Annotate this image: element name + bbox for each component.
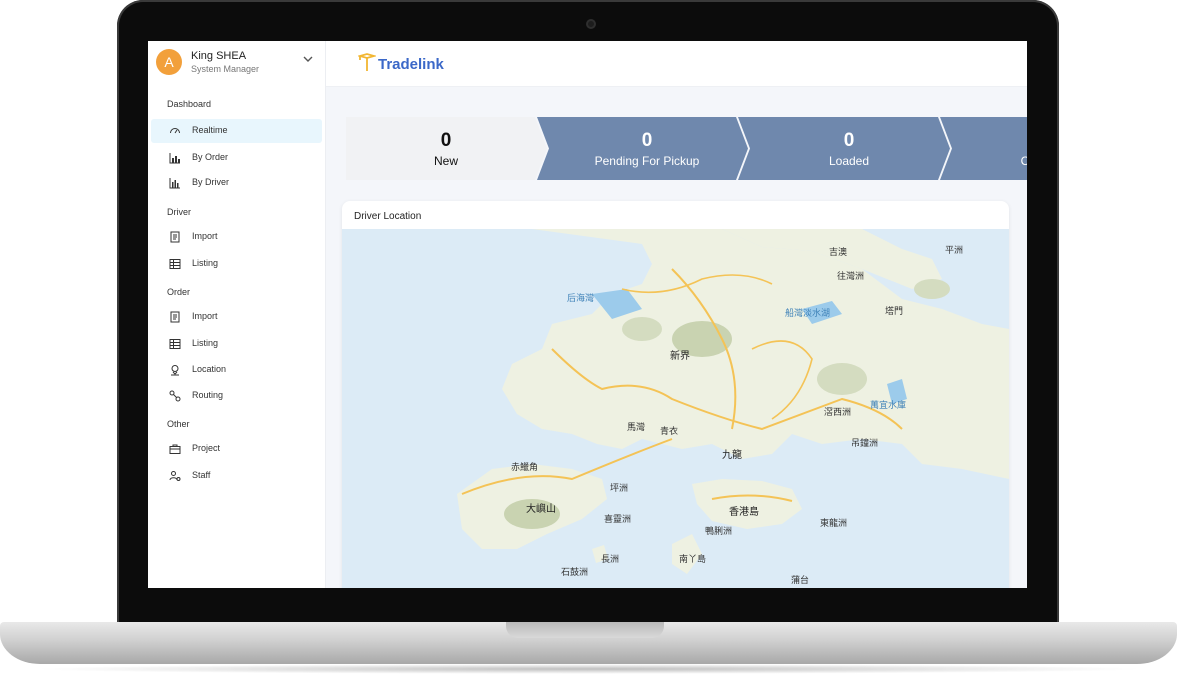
- map-place-label: 坪洲: [610, 483, 629, 493]
- map-place-label: 船灣淡水湖: [785, 308, 831, 318]
- laptop-notch: [506, 622, 664, 638]
- sidebar-item-project[interactable]: Project: [151, 437, 322, 461]
- map-place-label: 滘西洲: [824, 407, 852, 417]
- map-place-label: 赤鱲角: [511, 462, 539, 472]
- map-place-label: 石鼓洲: [561, 567, 589, 577]
- laptop-shadow: [30, 664, 1147, 674]
- sidebar-item-driver-listing[interactable]: Listing: [151, 252, 322, 276]
- chevron-down-icon[interactable]: [302, 53, 314, 65]
- map-place-label: 鴨脷洲: [705, 526, 733, 536]
- avatar: A: [156, 49, 182, 75]
- section-driver: Driver: [167, 207, 191, 217]
- app-screen: A King SHEA System Manager Dashboard Rea…: [148, 41, 1027, 588]
- sidebar-item-label: Staff: [192, 470, 211, 480]
- sidebar-item-label: Listing: [192, 338, 219, 348]
- sidebar: A King SHEA System Manager Dashboard Rea…: [148, 41, 326, 588]
- map-place-label: 新界: [670, 351, 690, 362]
- user-menu[interactable]: A King SHEA System Manager: [156, 49, 318, 79]
- section-order: Order: [167, 287, 191, 297]
- driver-location-map[interactable]: 吉澳 平洲 往灣洲 后海灣 船灣淡水湖 塔門 新界 滘西洲 萬宜水庫 馬灣 青衣…: [342, 229, 1009, 588]
- sidebar-item-label: Import: [192, 311, 218, 321]
- map-place-label: 長洲: [601, 554, 620, 564]
- map-place-label: 平洲: [945, 245, 964, 255]
- step-pending-for-pickup[interactable]: 0 Pending For Pickup: [546, 117, 748, 180]
- map-place-label: 后海灣: [567, 293, 595, 303]
- step-partial[interactable]: C: [950, 117, 1027, 180]
- sidebar-item-routing[interactable]: Routing: [151, 384, 322, 408]
- card-title: Driver Location: [354, 211, 422, 222]
- briefcase-icon: [169, 444, 181, 454]
- top-bar: Tradelink: [326, 41, 1027, 87]
- map-place-label: 馬灣: [627, 422, 646, 432]
- sidebar-item-label: By Order: [192, 152, 229, 162]
- map-place-label: 吊鐘洲: [851, 438, 879, 448]
- user-role: System Manager: [191, 64, 260, 74]
- user-name: King SHEA: [191, 50, 247, 62]
- location-pin-icon: [171, 365, 179, 376]
- sidebar-item-label: Import: [192, 231, 218, 241]
- column-chart-icon: [169, 178, 180, 189]
- map-terrain: [457, 229, 1009, 574]
- step-label: New: [433, 154, 458, 168]
- map-place-label: 萬宜水庫: [870, 400, 907, 410]
- section-dashboard: Dashboard: [167, 99, 212, 109]
- map-place-label: 大嶼山: [526, 504, 556, 515]
- sidebar-item-label: Location: [192, 364, 227, 374]
- map-place-label: 塔門: [885, 306, 904, 316]
- table-icon: [169, 259, 181, 269]
- step-count: 0: [641, 130, 653, 151]
- app-logo-text: Tradelink: [378, 56, 444, 73]
- sidebar-item-label: Project: [192, 443, 221, 453]
- import-icon: [170, 311, 180, 323]
- step-label: C: [1020, 154, 1027, 168]
- step-count: 0: [843, 130, 855, 151]
- map-place-label: 南丫島: [679, 554, 707, 564]
- step-label: Pending For Pickup: [594, 154, 700, 168]
- staff-settings-icon: [169, 471, 181, 481]
- step-loaded[interactable]: 0 Loaded: [748, 117, 950, 180]
- sidebar-item-label: Listing: [192, 258, 219, 268]
- status-steps: 0 New 0 Pending For Pickup 0 Loaded C: [346, 117, 1027, 180]
- sidebar-item-driver-import[interactable]: Import: [151, 225, 322, 249]
- map-place-label: 東龍洲: [820, 518, 848, 528]
- sidebar-item-staff[interactable]: Staff: [151, 464, 322, 488]
- bar-chart-icon: [169, 153, 180, 164]
- sidebar-item-label: Routing: [192, 390, 224, 400]
- map-place-label: 吉澳: [829, 247, 848, 257]
- step-label: Loaded: [828, 154, 870, 168]
- sidebar-item-location[interactable]: Location: [151, 358, 322, 382]
- sidebar-item-by-order[interactable]: By Order: [151, 146, 322, 170]
- step-count: 0: [440, 130, 452, 151]
- sidebar-item-realtime[interactable]: Realtime: [151, 119, 322, 143]
- sidebar-item-label: Realtime: [192, 125, 228, 135]
- sidebar-item-order-import[interactable]: Import: [151, 305, 322, 329]
- sidebar-item-label: By Driver: [192, 177, 230, 187]
- gauge-icon: [170, 128, 180, 134]
- webcam: [586, 19, 596, 29]
- map-place-label: 往灣洲: [837, 271, 865, 281]
- import-icon: [170, 231, 180, 243]
- route-icon: [169, 390, 181, 402]
- step-new[interactable]: 0 New: [346, 117, 546, 180]
- map-place-label: 香港島: [729, 507, 759, 518]
- driver-location-card: Driver Location 吉澳 平洲 往灣洲 后海灣 船灣淡水湖 塔門 新…: [342, 201, 1009, 588]
- section-other: Other: [167, 419, 190, 429]
- map-place-label: 青衣: [660, 426, 679, 436]
- tradelink-logo-icon: [358, 53, 376, 71]
- map-place-label: 喜靈洲: [604, 514, 632, 524]
- map-place-label: 蒲台: [791, 575, 810, 585]
- sidebar-item-order-listing[interactable]: Listing: [151, 332, 322, 356]
- table-icon: [169, 339, 181, 349]
- map-place-label: 九龍: [722, 450, 742, 461]
- sidebar-item-by-driver[interactable]: By Driver: [151, 171, 322, 195]
